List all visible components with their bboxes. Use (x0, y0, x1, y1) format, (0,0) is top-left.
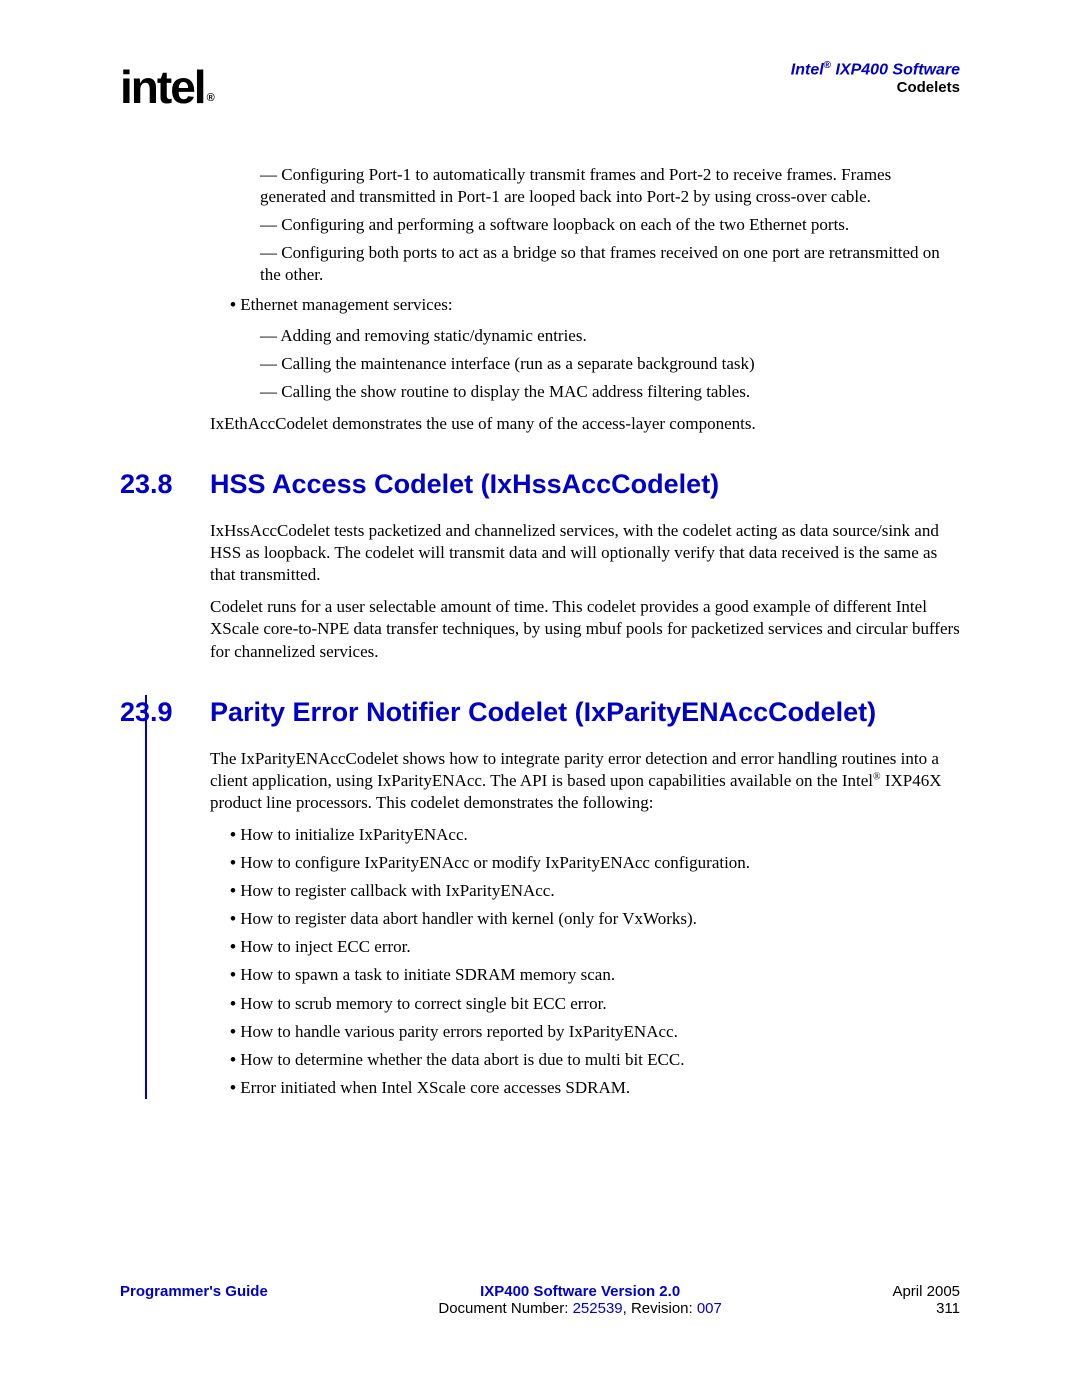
revision: 007 (697, 1300, 722, 1317)
header-product-name: IXP400 Software (831, 61, 960, 78)
text: Error initiated when Intel XScale core a… (240, 1078, 630, 1097)
footer-date: April 2005 (892, 1283, 960, 1300)
page-header: intel® Intel® IXP400 Software Codelets (120, 60, 960, 114)
text: Calling the show routine to display the … (281, 382, 750, 401)
text: , Revision: (623, 1300, 697, 1317)
text: Configuring both ports to act as a bridg… (260, 243, 940, 284)
paragraph: The IxParityENAccCodelet shows how to in… (210, 748, 960, 814)
section-title: Parity Error Notifier Codelet (IxParityE… (210, 695, 876, 730)
eth-mgmt-sublist: Adding and removing static/dynamic entri… (260, 325, 960, 403)
list-item: Configuring both ports to act as a bridg… (260, 242, 960, 286)
list-item: Calling the show routine to display the … (260, 381, 960, 403)
text: How to determine whether the data abort … (240, 1050, 684, 1069)
list-item: Ethernet management services: Adding and… (230, 294, 960, 402)
list-item: Configuring Port-1 to automatically tran… (260, 164, 960, 208)
change-bar-section: 23.9 Parity Error Notifier Codelet (IxPa… (145, 695, 960, 1099)
list-item: How to handle various parity errors repo… (230, 1021, 960, 1043)
section-number: 23.8 (120, 467, 210, 502)
section-23-8-heading: 23.8 HSS Access Codelet (IxHssAccCodelet… (120, 467, 960, 502)
list-item: Adding and removing static/dynamic entri… (260, 325, 960, 347)
list-item: How to register data abort handler with … (230, 908, 960, 930)
header-chapter: Codelets (791, 79, 960, 96)
text: How to register callback with IxParityEN… (240, 881, 554, 900)
list-item: How to inject ECC error. (230, 936, 960, 958)
list-item: How to determine whether the data abort … (230, 1049, 960, 1071)
header-product: Intel® IXP400 Software Codelets (791, 60, 960, 96)
text: Configuring and performing a software lo… (281, 215, 849, 234)
intel-logo: intel® (120, 60, 211, 114)
section-239-bullets: How to initialize IxParityENAcc. How to … (230, 824, 960, 1099)
registered-icon: ® (824, 60, 831, 71)
section-title: HSS Access Codelet (IxHssAccCodelet) (210, 467, 719, 502)
footer-center: IXP400 Software Version 2.0 Document Num… (268, 1283, 893, 1317)
doc-number: 252539 (573, 1300, 623, 1317)
paragraph: IxHssAccCodelet tests packetized and cha… (210, 520, 960, 586)
text: How to inject ECC error. (240, 937, 410, 956)
paragraph: IxEthAccCodelet demonstrates the use of … (210, 413, 960, 435)
top-dash-list: Configuring Port-1 to automatically tran… (260, 164, 960, 286)
footer-left: Programmer's Guide (120, 1283, 268, 1317)
list-item: Error initiated when Intel XScale core a… (230, 1077, 960, 1099)
page-number: 311 (892, 1300, 960, 1317)
section-number: 23.9 (120, 695, 210, 730)
text: Document Number: (438, 1300, 572, 1317)
list-item: How to spawn a task to initiate SDRAM me… (230, 964, 960, 986)
text: How to scrub memory to correct single bi… (240, 994, 606, 1013)
eth-mgmt-block: Ethernet management services: Adding and… (230, 294, 960, 402)
text: The IxParityENAccCodelet shows how to in… (210, 749, 939, 790)
text: Ethernet management services: (240, 295, 452, 314)
paragraph: Codelet runs for a user selectable amoun… (210, 596, 960, 662)
registered-icon: ® (873, 771, 881, 782)
list-item: How to configure IxParityENAcc or modify… (230, 852, 960, 874)
main-content: Configuring Port-1 to automatically tran… (210, 164, 960, 1099)
footer-docnum: Document Number: 252539, Revision: 007 (268, 1300, 893, 1317)
text: Adding and removing static/dynamic entri… (280, 326, 586, 345)
registered-icon: ® (207, 92, 213, 104)
text: How to spawn a task to initiate SDRAM me… (240, 965, 615, 984)
text: Calling the maintenance interface (run a… (281, 354, 754, 373)
list-item: How to register callback with IxParityEN… (230, 880, 960, 902)
logo-text: intel (120, 61, 205, 113)
list-item: Calling the maintenance interface (run a… (260, 353, 960, 375)
section-23-9-heading: 23.9 Parity Error Notifier Codelet (IxPa… (120, 695, 960, 730)
text: How to configure IxParityENAcc or modify… (240, 853, 750, 872)
page-footer: Programmer's Guide IXP400 Software Versi… (120, 1283, 960, 1317)
text: Configuring Port-1 to automatically tran… (260, 165, 891, 206)
text: How to initialize IxParityENAcc. (240, 825, 468, 844)
list-item: Configuring and performing a software lo… (260, 214, 960, 236)
footer-version: IXP400 Software Version 2.0 (268, 1283, 893, 1300)
header-product-brand: Intel (791, 61, 824, 78)
footer-right: April 2005 311 (892, 1283, 960, 1317)
list-item: How to scrub memory to correct single bi… (230, 993, 960, 1015)
list-item: How to initialize IxParityENAcc. (230, 824, 960, 846)
text: How to handle various parity errors repo… (240, 1022, 678, 1041)
text: How to register data abort handler with … (240, 909, 697, 928)
